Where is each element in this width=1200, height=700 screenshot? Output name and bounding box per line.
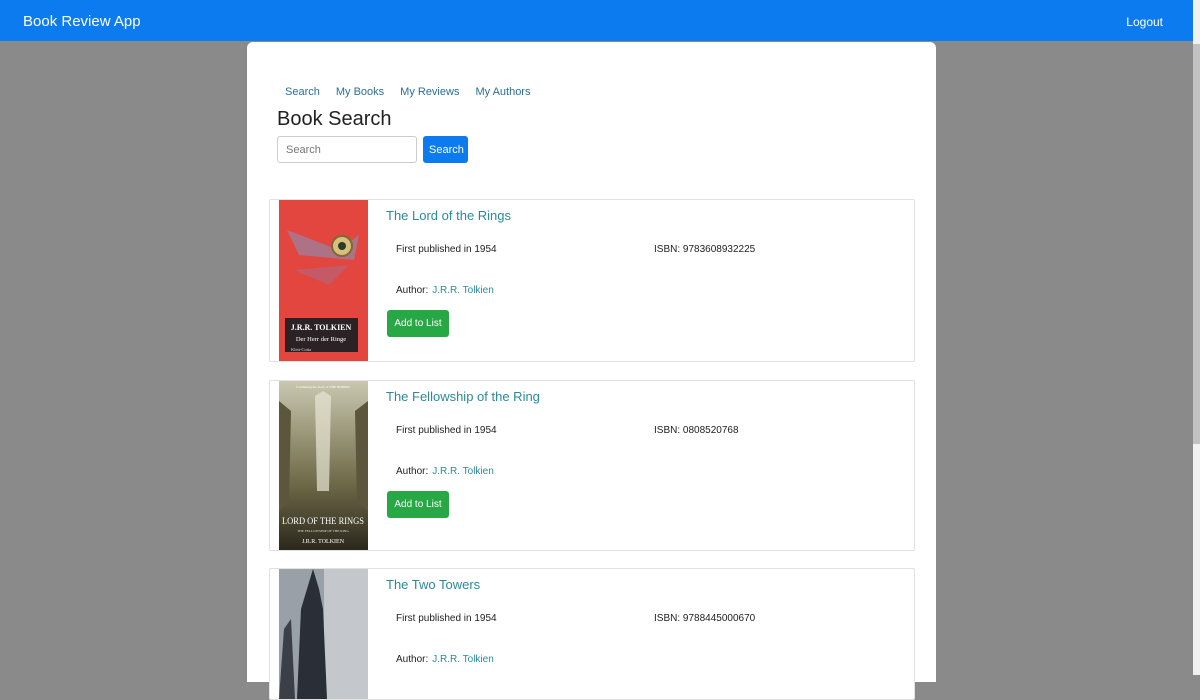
add-to-list-button[interactable]: Add to List bbox=[387, 310, 449, 337]
app-brand[interactable]: Book Review App bbox=[23, 13, 141, 30]
book-title-link[interactable]: The Fellowship of the Ring bbox=[386, 389, 540, 404]
book-cover-image[interactable]: J.R.R. TOLKIEN Der Herr der Ringe Klett-… bbox=[279, 200, 368, 361]
cover-series-text: Continuing the story of THE HOBBIT bbox=[296, 385, 351, 389]
cover-subtitle-text: Der Herr der Ringe bbox=[296, 336, 346, 343]
cover-author-text: J.R.R. TOLKIEN bbox=[302, 539, 345, 545]
book-cover-image[interactable] bbox=[279, 569, 368, 699]
first-published-text: First published in 1954 bbox=[396, 244, 497, 255]
cover-title-text: LORD OF THE RINGS bbox=[282, 516, 364, 526]
author-label: Author: bbox=[396, 466, 429, 477]
isbn-text: ISBN: 9783608932225 bbox=[654, 244, 756, 255]
page-scrollbar[interactable] bbox=[1193, 0, 1200, 675]
author-line: Author: J.R.R. Tolkien bbox=[396, 285, 494, 296]
search-input[interactable] bbox=[277, 136, 417, 163]
top-navbar: Book Review App Logout bbox=[0, 0, 1193, 41]
tab-my-reviews[interactable]: My Reviews bbox=[400, 86, 459, 98]
page-title: Book Search bbox=[277, 108, 392, 130]
author-line: Author: J.R.R. Tolkien bbox=[396, 654, 494, 665]
tab-my-authors[interactable]: My Authors bbox=[475, 86, 530, 98]
book-card: The Two Towers First published in 1954 I… bbox=[269, 568, 915, 700]
book-title-link[interactable]: The Two Towers bbox=[386, 577, 480, 592]
first-published-text: First published in 1954 bbox=[396, 425, 497, 436]
author-label: Author: bbox=[396, 285, 429, 296]
tab-my-books[interactable]: My Books bbox=[336, 86, 384, 98]
add-to-list-button[interactable]: Add to List bbox=[387, 491, 449, 518]
book-cover-image[interactable]: Continuing the story of THE HOBBIT LORD … bbox=[279, 381, 368, 550]
book-card: J.R.R. TOLKIEN Der Herr der Ringe Klett-… bbox=[269, 199, 915, 362]
cover-title-text: J.R.R. TOLKIEN bbox=[291, 323, 352, 332]
book-card: Continuing the story of THE HOBBIT LORD … bbox=[269, 380, 915, 551]
first-published-text: First published in 1954 bbox=[396, 613, 497, 624]
main-panel: Search My Books My Reviews My Authors Bo… bbox=[247, 42, 936, 700]
logout-link[interactable]: Logout bbox=[1126, 15, 1163, 29]
author-link[interactable]: J.R.R. Tolkien bbox=[432, 466, 494, 477]
tab-search[interactable]: Search bbox=[285, 86, 320, 98]
search-button[interactable]: Search bbox=[423, 136, 468, 163]
author-link[interactable]: J.R.R. Tolkien bbox=[432, 654, 494, 665]
scrollbar-thumb[interactable] bbox=[1193, 44, 1200, 444]
isbn-text: ISBN: 9788445000670 bbox=[654, 613, 756, 624]
tab-nav: Search My Books My Reviews My Authors bbox=[285, 86, 530, 98]
isbn-text: ISBN: 0808520768 bbox=[654, 425, 739, 436]
book-title-link[interactable]: The Lord of the Rings bbox=[386, 208, 511, 223]
author-link[interactable]: J.R.R. Tolkien bbox=[432, 285, 494, 296]
cover-subtitle-text: THE FELLOWSHIP OF THE RING bbox=[297, 529, 349, 533]
cover-publisher-text: Klett-Cotta bbox=[291, 347, 311, 352]
author-label: Author: bbox=[396, 654, 429, 665]
author-line: Author: J.R.R. Tolkien bbox=[396, 466, 494, 477]
